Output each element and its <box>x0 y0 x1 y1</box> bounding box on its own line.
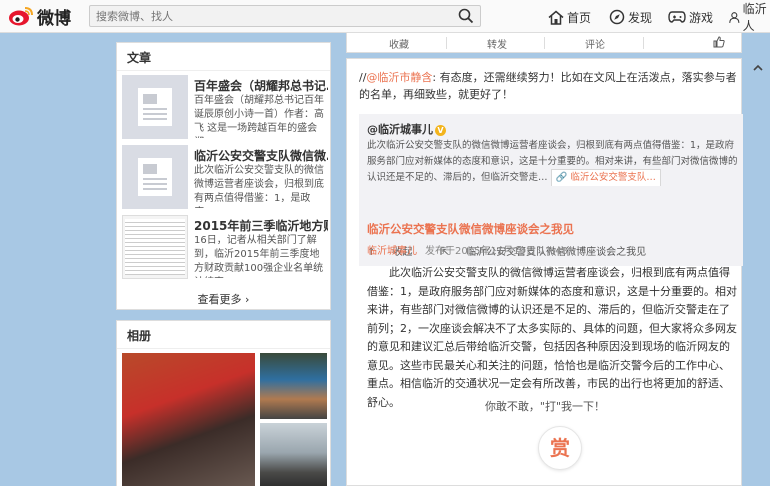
article-description: 16日，记者从相关部门了解到，临沂2015年前三季度地方财政贡献100强企业名单… <box>194 235 324 278</box>
nav-user[interactable]: 临沂人 <box>729 2 770 33</box>
compass-icon <box>609 9 625 25</box>
reward-button[interactable]: 赏 <box>538 426 582 470</box>
weibo-logo-icon <box>8 5 34 27</box>
article-description: 此次临沂公安交警支队的微信微博运营者座谈会，归根到底有两点值得借鉴：1，是政府… <box>194 165 324 208</box>
articles-card: 文章 百年盛会（胡耀邦总书记… 百年盛会（胡耀邦总书记百年诞辰原创小诗一首）作者… <box>116 42 331 310</box>
search-box <box>89 5 481 27</box>
weibo-logo[interactable]: 微博 <box>8 4 71 29</box>
nav-home-label: 首页 <box>567 10 592 25</box>
article-thumbnail <box>122 145 188 209</box>
document-icon <box>138 158 172 196</box>
search-input[interactable] <box>90 6 450 26</box>
favorite-button[interactable]: 收藏 <box>389 36 409 51</box>
feed-post: //@临沂市静含: 有态度，还需继续努力！比如在文风上在活泼点，落实参与者的名单… <box>346 58 743 486</box>
article-title[interactable]: 2015年前三季临沂地方财… <box>194 217 328 234</box>
user-icon <box>729 11 740 23</box>
article-thumbnail <box>122 215 188 279</box>
scroll-up-arrow-icon[interactable] <box>750 60 766 76</box>
divider <box>643 37 644 49</box>
nav-discover-label: 发现 <box>628 10 653 25</box>
original-author[interactable]: @临沂城事儿 V <box>367 121 446 137</box>
search-icon[interactable] <box>458 8 474 24</box>
gamepad-icon <box>668 11 686 23</box>
home-icon <box>548 10 564 25</box>
comment-button[interactable]: 评论 <box>585 36 605 51</box>
article-meta: 临沂城事儿 发布于2015年11月19日 17:48 <box>367 242 568 257</box>
article-body: 此次临沂公安交警支队的微信微博运营者座谈会，归根到底有两点值得借鉴：1，是政府服… <box>367 266 737 409</box>
album-photo[interactable] <box>260 353 327 419</box>
see-more-link[interactable]: 查看更多 › <box>117 291 330 307</box>
top-navigation-bar: 微博 首页 发现 游戏 <box>0 0 770 33</box>
album-card-title: 相册 <box>117 321 330 349</box>
articles-card-title: 文章 <box>117 43 330 71</box>
nav-games-label: 游戏 <box>689 10 714 25</box>
article-date: 发布于2015年11月19日 17:48 <box>425 246 568 257</box>
original-article-link[interactable]: 🔗 临沂公安交警支队… <box>550 169 661 186</box>
nav-home[interactable]: 首页 <box>548 8 591 26</box>
link-icon: 🔗 <box>555 172 571 183</box>
verified-badge-icon: V <box>435 125 446 136</box>
like-icon[interactable] <box>713 36 725 48</box>
nav-discover[interactable]: 发现 <box>609 8 652 26</box>
reward-prompt: 你敢不敢，"打"我一下！ <box>484 400 606 413</box>
album-card: 相册 <box>116 320 331 486</box>
article-item[interactable]: 2015年前三季临沂地方财… 16日，记者从相关部门了解到，临沂2015年前三季… <box>122 215 328 279</box>
post-action-bar: 收藏 转发 评论 <box>346 33 742 53</box>
article-heading[interactable]: 临沂公安交警支队微信微博座谈会之我见 <box>367 221 574 237</box>
album-photo[interactable] <box>260 423 327 486</box>
original-link-label: 临沂公安交警支队… <box>570 172 656 183</box>
nav-games[interactable]: 游戏 <box>668 8 713 26</box>
divider <box>544 37 545 49</box>
album-photo[interactable] <box>122 353 255 486</box>
logo-text: 微博 <box>37 8 71 29</box>
repost-button[interactable]: 转发 <box>487 36 507 51</box>
article-item[interactable]: 百年盛会（胡耀邦总书记… 百年盛会（胡耀邦总书记百年诞辰原创小诗一首）作者：高飞… <box>122 75 328 139</box>
article-item[interactable]: 临沂公安交警支队微信微… 此次临沂公安交警支队的微信微博运营者座谈会，归根到底有… <box>122 145 328 209</box>
scrollbar[interactable] <box>750 60 766 486</box>
original-author-name[interactable]: @临沂城事儿 <box>367 123 433 136</box>
repost-text: //@临沂市静含: 有态度，还需继续努力！比如在文风上在活泼点，落实参与者的名单… <box>359 69 739 103</box>
article-title[interactable]: 临沂公安交警支队微信微… <box>194 147 328 164</box>
nav-user-label: 临沂人 <box>742 2 767 33</box>
article-description: 百年盛会（胡耀邦总书记百年诞辰原创小诗一首）作者：高飞 这是一场跨越百年的盛会 … <box>194 95 324 138</box>
article-thumbnail <box>122 75 188 139</box>
document-icon <box>138 88 172 126</box>
article-source[interactable]: 临沂城事儿 <box>367 246 417 257</box>
original-text: 此次临沂公安交警支队的微信微博运营者座谈会，归根到底有两点值得借鉴：1，是政府服… <box>367 138 741 186</box>
mention-link[interactable]: @临沂市静含 <box>366 71 432 84</box>
divider <box>446 37 447 49</box>
article-title[interactable]: 百年盛会（胡耀邦总书记… <box>194 77 328 94</box>
table-image <box>125 219 185 275</box>
